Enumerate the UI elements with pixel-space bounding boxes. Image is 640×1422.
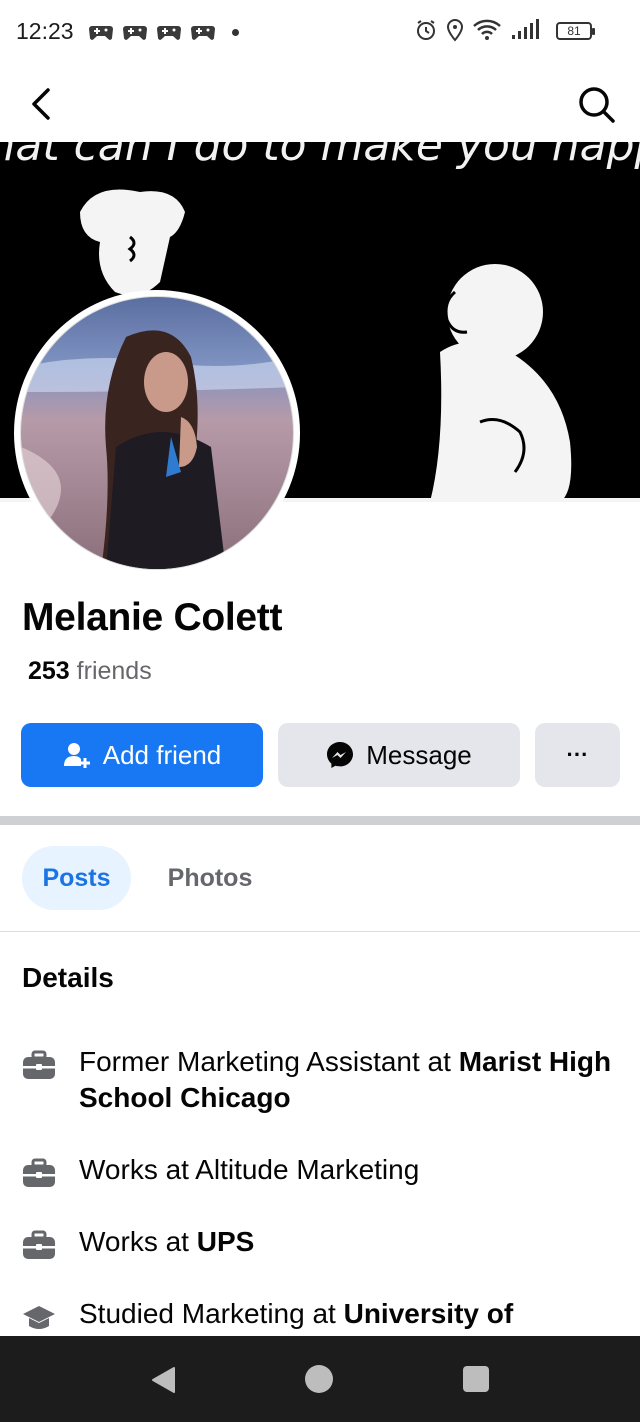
game-controller-icon <box>157 26 181 40</box>
briefcase-icon <box>23 1230 55 1259</box>
messenger-icon <box>327 742 354 768</box>
detail-text: Studied Marketing at University of <box>79 1298 514 1329</box>
system-icons <box>414 18 540 42</box>
detail-item: Works at Altitude Marketing <box>22 1152 622 1190</box>
profile-avatar[interactable] <box>14 290 300 576</box>
battery-icon: 81 <box>556 22 595 40</box>
message-label: Message <box>366 739 472 770</box>
profile-name: Melanie Colett <box>22 596 283 639</box>
notification-icons <box>88 22 239 42</box>
location-icon <box>446 18 464 42</box>
more-notifications-dot <box>232 28 239 36</box>
cover-caption: what can I do to make you happy <box>0 142 640 171</box>
tab-photos[interactable]: Photos <box>148 846 272 910</box>
more-options-icon: ··· <box>566 742 589 767</box>
alarm-icon <box>417 20 435 40</box>
avatar-photo <box>20 296 294 570</box>
briefcase-icon <box>23 1050 55 1079</box>
signal-icon <box>512 19 539 39</box>
briefcase-icon <box>23 1158 55 1187</box>
graduation-cap-icon <box>23 1306 55 1329</box>
game-controller-icon <box>123 26 147 40</box>
detail-item: Former Marketing Assistant at Marist Hig… <box>22 1044 622 1116</box>
tabs-divider <box>0 931 640 932</box>
search-icon[interactable] <box>574 82 618 126</box>
detail-item: Works at UPS <box>22 1224 622 1262</box>
detail-text: Former Marketing Assistant at Marist Hig… <box>79 1046 612 1113</box>
section-divider <box>0 816 640 825</box>
game-controller-icon <box>191 26 215 40</box>
nav-back-icon[interactable] <box>150 1366 176 1394</box>
tab-posts[interactable]: Posts <box>22 846 131 910</box>
friends-number: 253 <box>28 657 70 685</box>
avatar-image <box>21 297 293 569</box>
friends-count[interactable]: 253 friends <box>28 657 152 686</box>
add-person-icon <box>63 743 90 768</box>
add-friend-label: Add friend <box>102 739 222 770</box>
more-options-button[interactable]: ··· <box>535 723 620 787</box>
detail-text: Works at Altitude Marketing <box>79 1154 420 1185</box>
friends-label: friends <box>76 657 152 685</box>
details-heading: Details <box>22 962 114 993</box>
detail-item: Studied Marketing at University of <box>22 1296 622 1334</box>
wifi-icon <box>473 19 501 40</box>
nav-home-icon[interactable] <box>305 1365 333 1393</box>
message-button[interactable]: Message <box>278 723 520 787</box>
status-time: 12:23 <box>16 18 74 44</box>
back-arrow-icon[interactable] <box>20 82 64 126</box>
game-controller-icon <box>89 26 113 40</box>
system-navigation-bar <box>0 1336 640 1422</box>
top-navigation <box>0 64 640 142</box>
add-friend-button[interactable]: Add friend <box>21 723 263 787</box>
nav-recents-icon[interactable] <box>463 1366 489 1392</box>
status-bar: 12:23 81 <box>0 0 640 64</box>
detail-text: Works at UPS <box>79 1226 255 1257</box>
